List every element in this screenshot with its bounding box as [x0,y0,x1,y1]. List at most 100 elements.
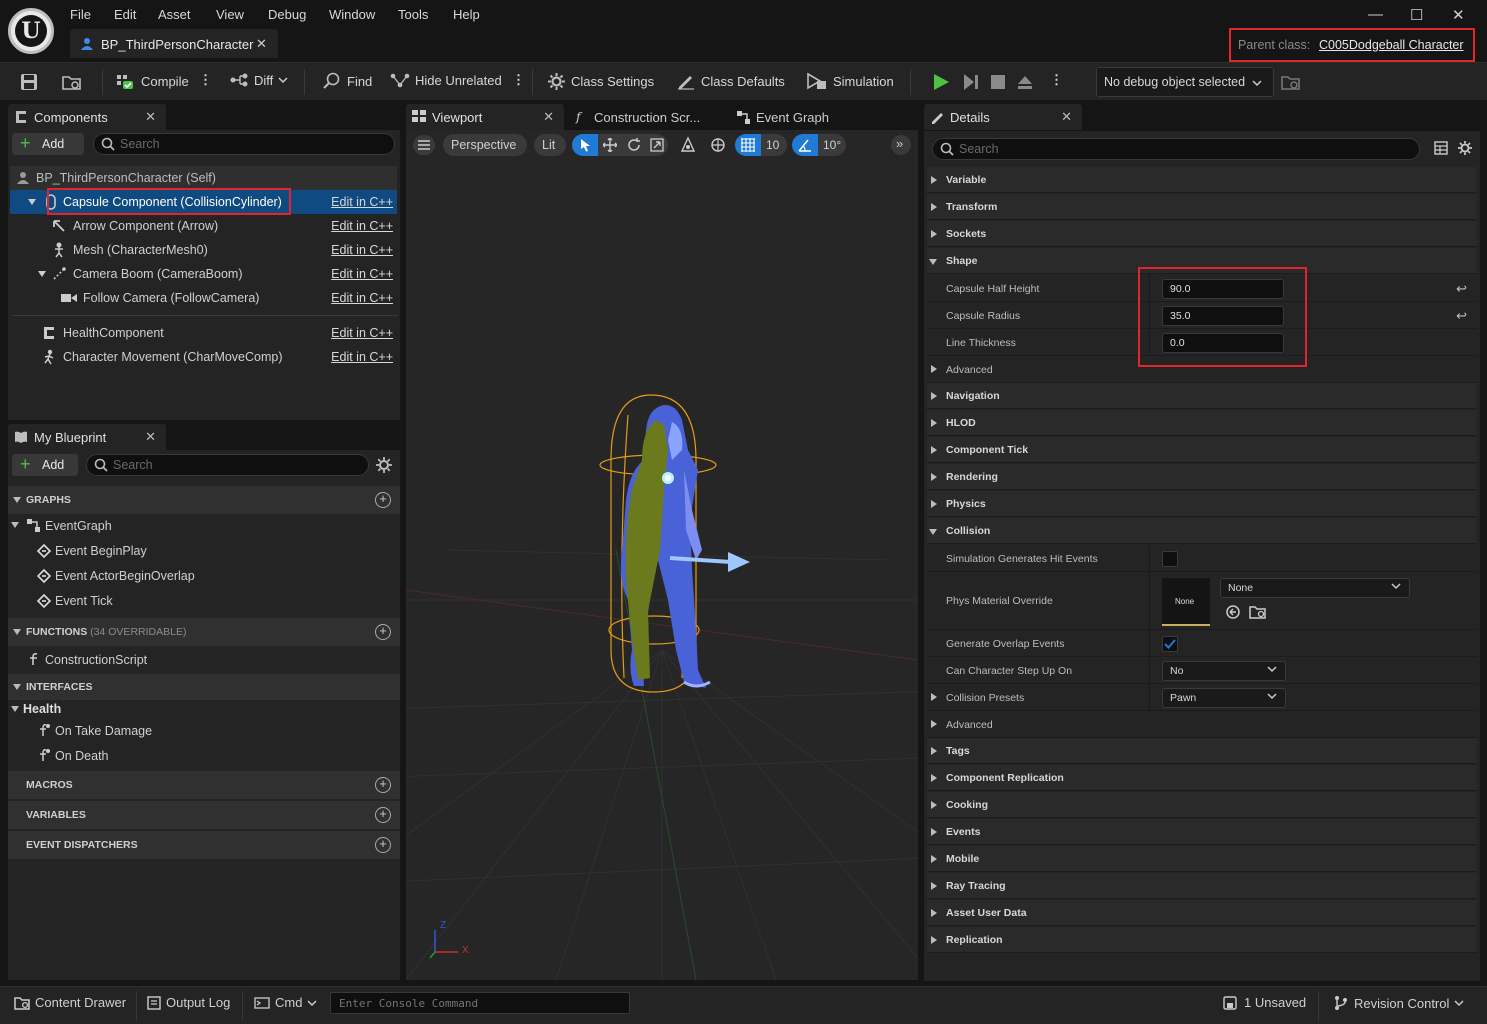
category-events[interactable]: Events [927,819,1477,845]
move-icon[interactable] [603,138,617,152]
line-thickness-input[interactable]: 0.0 [1162,333,1284,353]
component-row-capsule[interactable]: Capsule Component (CollisionCylinder) Ed… [10,190,397,214]
category-replication[interactable]: Replication [927,927,1477,953]
category-physics[interactable]: Physics [927,491,1477,517]
event-item[interactable]: Event ActorBeginOverlap [55,569,195,583]
components-search-input[interactable] [120,136,345,152]
prop-collision-advanced[interactable]: Advanced [927,711,1477,738]
component-row-character-movement[interactable]: Character Movement (CharMoveComp) Edit i… [10,345,397,369]
close-icon[interactable]: ✕ [145,429,156,445]
add-member-button[interactable]: + Add [12,454,78,476]
menu-tools[interactable]: Tools [398,7,428,22]
component-row-mesh[interactable]: Mesh (CharacterMesh0) Edit in C++ [10,238,397,262]
category-transform[interactable]: Transform [927,194,1477,220]
edit-in-cpp-link[interactable]: Edit in C++ [331,195,393,209]
console-command-field[interactable] [330,992,630,1014]
stop-icon[interactable] [990,74,1006,90]
details-search[interactable] [932,138,1420,160]
menu-view[interactable]: View [216,7,244,22]
browse-icon[interactable] [62,73,82,91]
reset-to-default-icon[interactable]: ↩ [1456,308,1467,324]
my-blueprint-search[interactable] [86,454,369,476]
viewport-options-expand[interactable]: » [891,135,911,155]
category-hlod[interactable]: HLOD [927,410,1477,436]
rotation-snap-button[interactable]: 10° [792,134,846,156]
category-component-replication[interactable]: Component Replication [927,765,1477,791]
parent-class-link[interactable]: C005Dodgeball Character [1319,38,1464,52]
interfaces-section-header[interactable]: INTERFACES [8,674,400,700]
add-dispatcher-icon[interactable]: + [375,837,391,853]
use-selected-icon[interactable] [1225,604,1241,620]
expand-arrow-icon[interactable] [931,693,937,701]
category-collision[interactable]: Collision [927,518,1477,544]
rotate-icon[interactable] [627,138,641,152]
category-shape[interactable]: Shape [927,248,1477,274]
lit-button[interactable]: Lit [534,134,566,156]
surface-snap-icon[interactable] [679,136,697,154]
debug-object-dropdown[interactable]: No debug object selected [1096,67,1274,97]
category-cooking[interactable]: Cooking [927,792,1477,818]
menu-help[interactable]: Help [453,7,480,22]
find-button[interactable]: Find [322,72,372,90]
close-icon[interactable]: ✕ [1061,109,1072,125]
edit-in-cpp-link[interactable]: Edit in C++ [331,291,393,305]
tab-my-blueprint[interactable]: My Blueprint ✕ [8,424,166,450]
tab-components[interactable]: Components ✕ [8,104,166,130]
menu-file[interactable]: File [70,7,91,22]
component-root-row[interactable]: BP_ThirdPersonCharacter (Self) [10,166,397,190]
perspective-button[interactable]: Perspective [443,134,527,156]
compile-options-icon[interactable]: ⋮ [199,72,212,88]
category-ray-tracing[interactable]: Ray Tracing [927,873,1477,899]
simulation-button[interactable]: Simulation [806,72,894,90]
diff-button[interactable]: Diff [229,72,288,88]
viewport-menu-button[interactable] [413,135,435,155]
grid-snap-toggle[interactable] [735,134,761,156]
capsule-radius-input[interactable]: 35.0 [1162,306,1284,326]
prop-shape-advanced[interactable]: Advanced [927,356,1477,383]
tab-viewport[interactable]: Viewport ✕ [406,104,564,130]
close-icon[interactable]: ✕ [256,36,267,52]
category-sockets[interactable]: Sockets [927,221,1477,247]
dispatchers-section-header[interactable]: EVENT DISPATCHERS + [8,831,400,859]
add-function-icon[interactable]: + [375,624,391,640]
category-navigation[interactable]: Navigation [927,383,1477,409]
close-icon[interactable]: ✕ [145,109,156,125]
interface-function-item[interactable]: On Take Damage [55,724,152,738]
hide-unrelated-button[interactable]: Hide Unrelated [390,72,502,88]
capsule-half-height-input[interactable]: 90.0 [1162,279,1284,299]
browse-debug-icon[interactable] [1281,73,1301,91]
details-search-input[interactable] [959,141,1324,157]
phys-material-thumbnail[interactable]: None [1162,578,1210,626]
world-local-icon[interactable] [709,136,727,154]
minimize-icon[interactable]: — [1368,6,1383,23]
unreal-logo-icon[interactable]: U [8,8,54,54]
macros-section-header[interactable]: MACROS + [8,771,400,799]
compile-button[interactable]: Compile [116,72,189,90]
category-component-tick[interactable]: Component Tick [927,437,1477,463]
add-macro-icon[interactable]: + [375,777,391,793]
gear-icon[interactable] [1457,140,1473,156]
unsaved-indicator[interactable]: 1 Unsaved [1223,995,1306,1010]
class-defaults-button[interactable]: Class Defaults [676,72,785,90]
interface-name[interactable]: Health [23,702,61,716]
add-variable-icon[interactable]: + [375,807,391,823]
output-log-button[interactable]: Output Log [147,995,230,1010]
edit-in-cpp-link[interactable]: Edit in C++ [331,267,393,281]
content-drawer-button[interactable]: Content Drawer [14,995,126,1010]
sim-hit-events-checkbox[interactable] [1162,551,1178,567]
add-component-button[interactable]: + Add [12,133,84,155]
edit-in-cpp-link[interactable]: Edit in C++ [331,350,393,364]
tab-construction-script[interactable]: f Construction Scr... [568,104,720,130]
menu-edit[interactable]: Edit [114,7,136,22]
construction-script-item[interactable]: ConstructionScript [45,653,147,667]
category-mobile[interactable]: Mobile [927,846,1477,872]
chevron-down-icon[interactable] [28,199,36,205]
menu-debug[interactable]: Debug [268,7,306,22]
graphs-section-header[interactable]: GRAPHS + [8,486,400,514]
close-icon[interactable]: ✕ [543,109,554,125]
tab-event-graph[interactable]: Event Graph [730,104,860,130]
play-options-icon[interactable]: ⋮ [1050,72,1063,88]
table-view-icon[interactable] [1434,141,1448,155]
chevron-down-icon[interactable] [38,271,46,277]
category-tags[interactable]: Tags [927,738,1477,764]
